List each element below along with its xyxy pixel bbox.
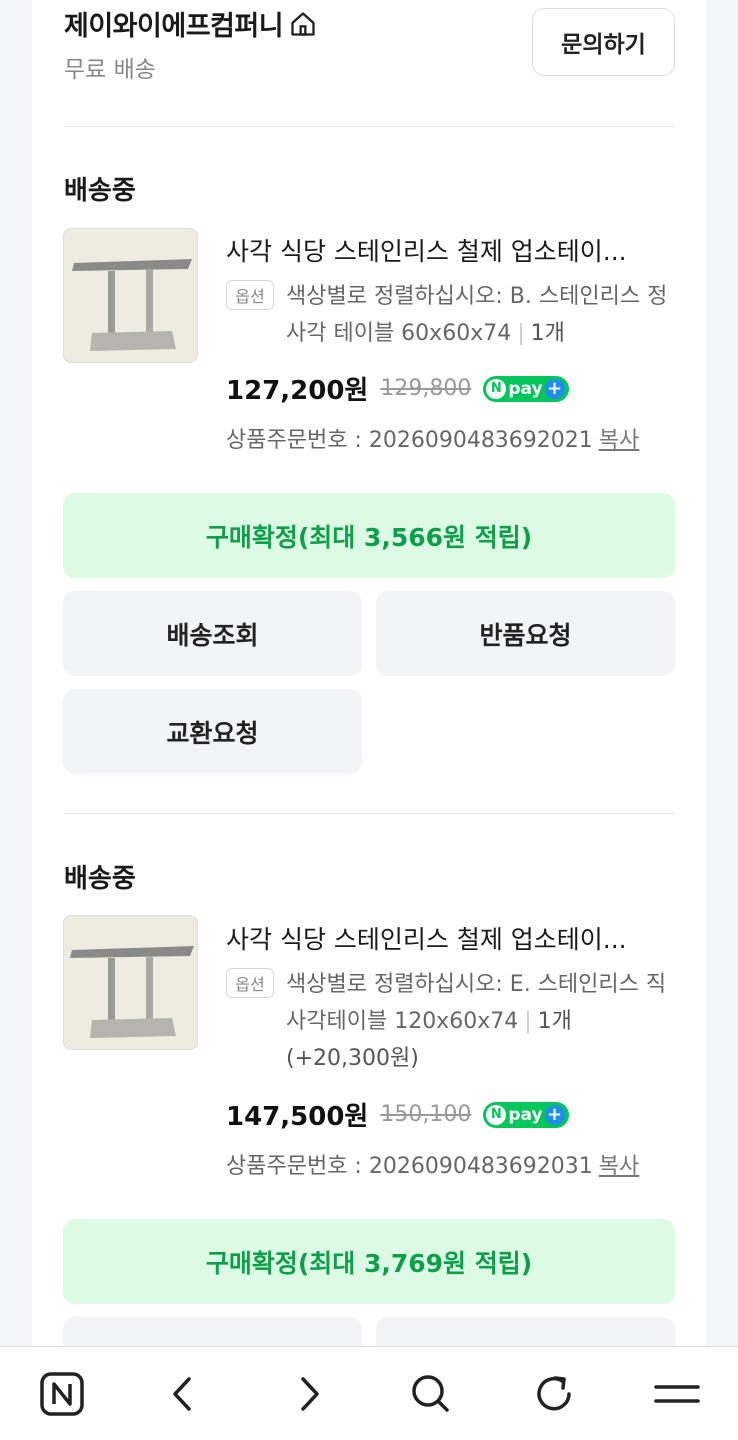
product-thumbnail[interactable] bbox=[63, 228, 198, 363]
refresh-icon[interactable] bbox=[529, 1369, 579, 1419]
shipping-info: 무료 배송 bbox=[64, 57, 156, 83]
inquiry-button[interactable]: 문의하기 bbox=[532, 8, 675, 76]
npay-plus-badge: N pay + bbox=[483, 1101, 569, 1128]
plus-icon: + bbox=[544, 1104, 565, 1125]
npay-label: pay bbox=[508, 1104, 543, 1125]
copy-link[interactable]: 복사 bbox=[599, 1154, 639, 1179]
price-row: 127,200원 129,800 N pay + bbox=[226, 370, 569, 407]
price: 127,200원 bbox=[226, 376, 369, 406]
option-badge: 옵션 bbox=[226, 968, 274, 998]
option-value: 색상별로 정렬하십시오: B. 스테인리스 정사각 테이블 60x60x74 bbox=[286, 284, 668, 346]
plus-icon: + bbox=[544, 378, 565, 399]
order-number: 상품주문번호 : 2026090483692031 복사 bbox=[226, 1148, 639, 1180]
original-price: 129,800 bbox=[380, 376, 472, 401]
npay-plus-badge: N pay + bbox=[483, 375, 569, 402]
naver-home-icon[interactable] bbox=[37, 1369, 87, 1419]
price-row: 147,500원 150,100 N pay + bbox=[226, 1096, 569, 1133]
price: 147,500원 bbox=[226, 1102, 369, 1132]
store-header[interactable]: 제이와이에프컴퍼니 bbox=[64, 4, 317, 43]
forward-icon[interactable] bbox=[284, 1369, 334, 1419]
divider bbox=[64, 813, 675, 814]
action-button-partial[interactable] bbox=[376, 1317, 675, 1346]
purchase-confirm-button[interactable]: 구매확정(최대 3,769원 적립) bbox=[63, 1219, 675, 1304]
product-title[interactable]: 사각 식당 스테인리스 철제 업소테이... bbox=[226, 920, 666, 956]
back-icon[interactable] bbox=[158, 1369, 208, 1419]
exchange-request-button[interactable]: 교환요청 bbox=[63, 689, 362, 774]
return-request-button[interactable]: 반품요청 bbox=[376, 591, 675, 676]
option-badge: 옵션 bbox=[226, 280, 274, 310]
n-icon: N bbox=[486, 378, 507, 399]
order-number-text: 상품주문번호 : 2026090483692031 bbox=[226, 1154, 593, 1179]
menu-icon[interactable] bbox=[652, 1369, 702, 1419]
npay-label: pay bbox=[508, 378, 543, 399]
search-icon[interactable] bbox=[405, 1369, 455, 1419]
table-image bbox=[64, 916, 197, 1049]
n-icon: N bbox=[486, 1104, 507, 1125]
option-text: 색상별로 정렬하십시오: B. 스테인리스 정사각 테이블 60x60x74 | 1… bbox=[286, 284, 668, 346]
home-icon bbox=[291, 11, 315, 36]
table-image bbox=[64, 229, 197, 362]
option-value: 색상별로 정렬하십시오: E. 스테인리스 직사각테이블 120x60x74 bbox=[286, 972, 667, 1034]
copy-link[interactable]: 복사 bbox=[599, 428, 639, 453]
order-status: 배송중 bbox=[64, 176, 136, 206]
option-text: 색상별로 정렬하십시오: E. 스테인리스 직사각테이블 120x60x74 | 1… bbox=[286, 972, 667, 1071]
order-number-text: 상품주문번호 : 2026090483692021 bbox=[226, 428, 593, 453]
order-number: 상품주문번호 : 2026090483692021 복사 bbox=[226, 422, 639, 454]
store-name[interactable]: 제이와이에프컴퍼니 bbox=[64, 4, 284, 43]
bottom-navigation-bar bbox=[0, 1346, 738, 1440]
purchase-confirm-button[interactable]: 구매확정(최대 3,566원 적립) bbox=[63, 493, 675, 578]
quantity: 1개 bbox=[530, 321, 565, 346]
track-shipment-button[interactable]: 배송조회 bbox=[63, 591, 362, 676]
divider bbox=[64, 126, 675, 127]
original-price: 150,100 bbox=[380, 1102, 472, 1127]
product-title[interactable]: 사각 식당 스테인리스 철제 업소테이... bbox=[226, 232, 666, 268]
product-thumbnail[interactable] bbox=[63, 915, 198, 1050]
action-button-partial[interactable] bbox=[63, 1317, 362, 1346]
order-status: 배송중 bbox=[64, 864, 136, 894]
